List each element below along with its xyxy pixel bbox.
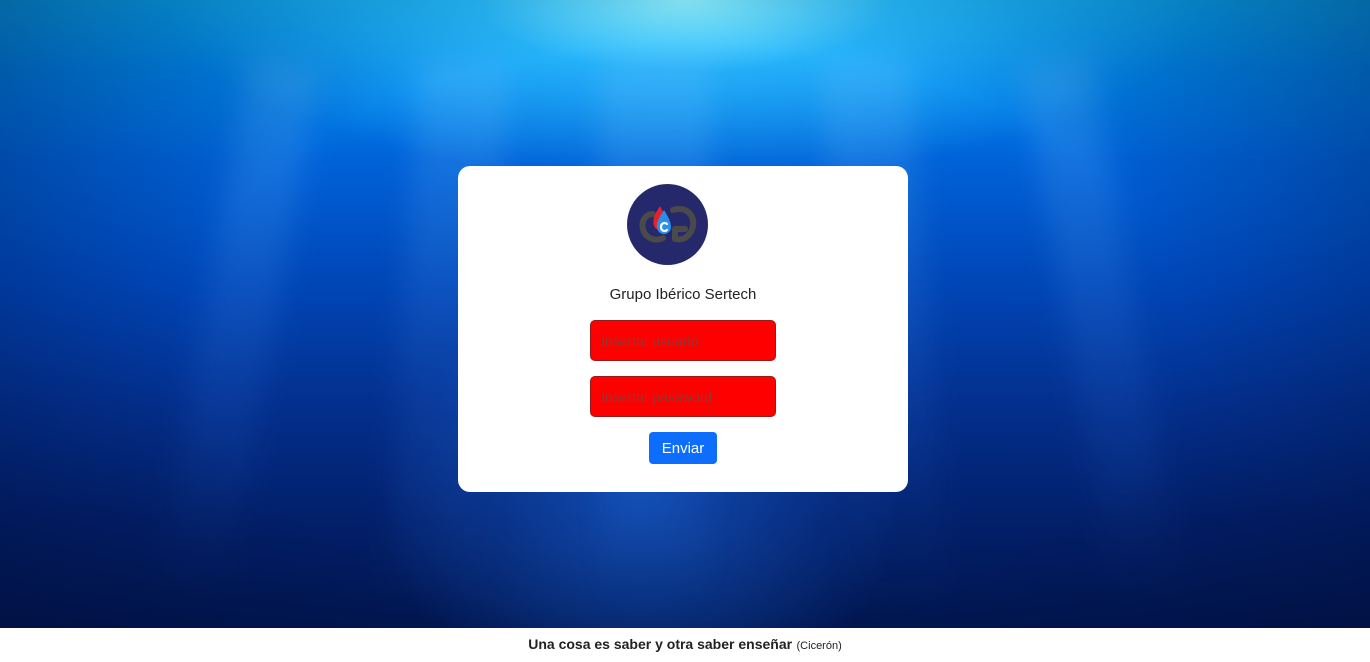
password-input[interactable] <box>590 376 776 417</box>
login-card: Grupo Ibérico Sertech Enviar <box>458 166 908 492</box>
company-name: Grupo Ibérico Sertech <box>609 286 757 303</box>
footer-quote: Una cosa es saber y otra saber enseñar <box>528 636 793 652</box>
company-logo-icon <box>627 184 708 265</box>
footer-author: (Cicerón) <box>796 640 842 652</box>
submit-button[interactable]: Enviar <box>649 432 717 464</box>
footer: Una cosa es saber y otra saber enseñar (… <box>0 628 1370 660</box>
username-input[interactable] <box>590 320 776 361</box>
gs-water-drop-logo-icon <box>639 206 697 243</box>
